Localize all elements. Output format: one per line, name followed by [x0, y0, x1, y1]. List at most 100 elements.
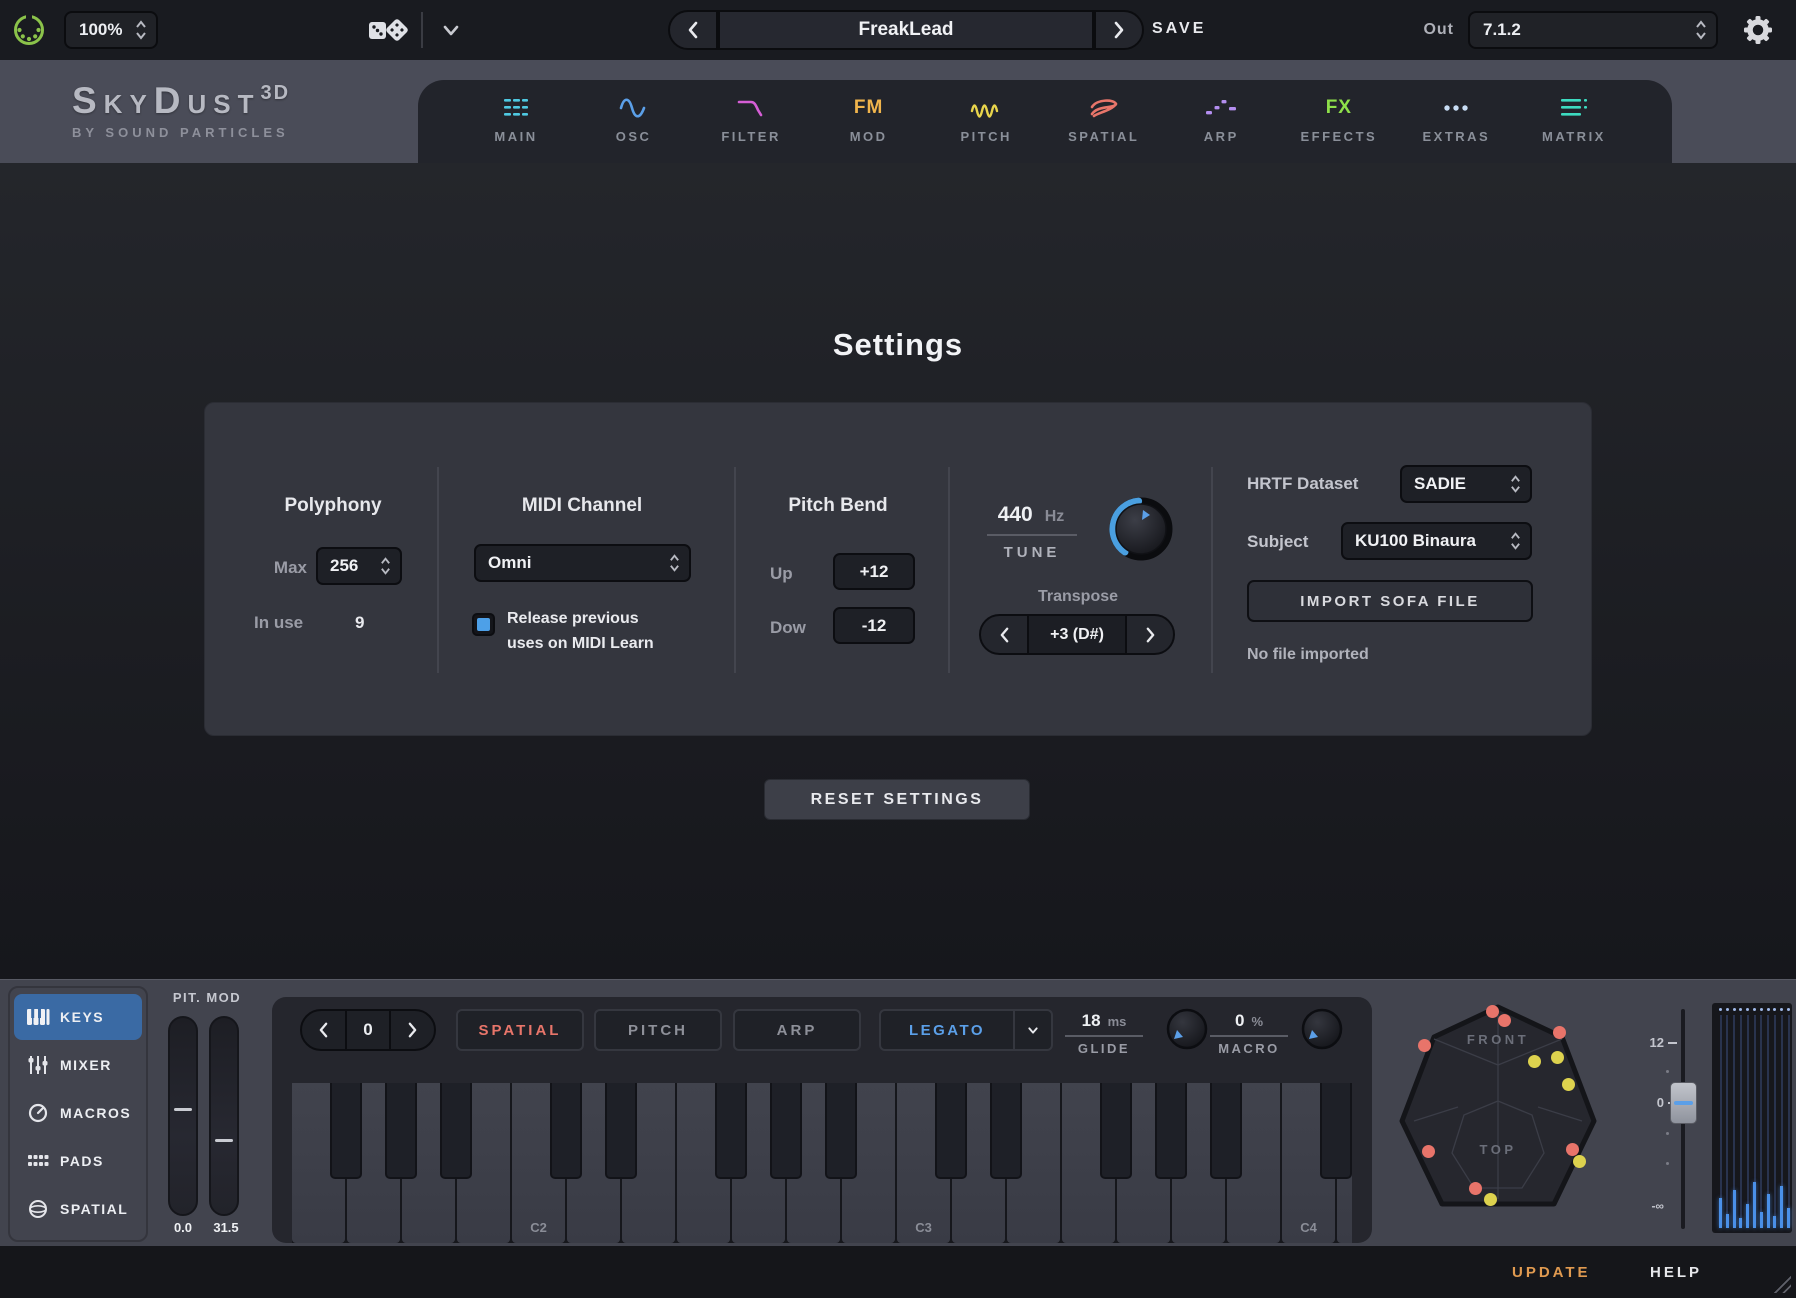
tab-filter[interactable]: FILTER [699, 92, 803, 163]
out-label: Out [1402, 21, 1454, 39]
meter-level-bar [1719, 1198, 1722, 1228]
black-key[interactable] [1155, 1083, 1187, 1179]
pitch-mod-slider-left[interactable] [168, 1016, 198, 1216]
meter-peak-dot [1753, 1008, 1756, 1011]
black-key[interactable] [385, 1083, 417, 1179]
chevron-down-icon [1013, 1011, 1051, 1049]
meter-peak-dot [1787, 1008, 1790, 1011]
pitch-mod-slider-right[interactable] [209, 1016, 239, 1216]
slider-thumb[interactable] [174, 1108, 192, 1111]
sidebar-item-pads[interactable]: PADS [14, 1138, 142, 1184]
scale-dot [1666, 1162, 1669, 1165]
gear-icon[interactable] [1740, 12, 1776, 48]
voice-dot [1484, 1193, 1497, 1206]
meter-peak-dot [1746, 1008, 1749, 1011]
stepper-icon [380, 555, 391, 577]
tab-extras[interactable]: EXTRAS [1404, 92, 1508, 163]
transpose-down-button[interactable] [979, 614, 1029, 655]
bend-up-value[interactable]: +12 [833, 553, 915, 590]
glide-knob[interactable] [1165, 1007, 1209, 1051]
tab-spatial[interactable]: SPATIAL [1052, 92, 1156, 163]
meter-peak-dot [1719, 1008, 1722, 1011]
stepper-icon [669, 552, 680, 574]
mode-tab-arp[interactable]: ARP [733, 1009, 861, 1051]
bend-down-value[interactable]: -12 [833, 607, 915, 644]
midi-channel-select[interactable]: Omni [474, 544, 691, 582]
meter-level-bar [1780, 1186, 1783, 1228]
tab-fm-mod[interactable]: FM MOD [817, 92, 921, 163]
import-status: No file imported [1247, 646, 1369, 664]
tune-value: 440 [998, 503, 1033, 527]
output-format-select[interactable]: 7.1.2 [1468, 11, 1718, 49]
black-key[interactable] [330, 1083, 362, 1179]
tab-arp[interactable]: ARP [1169, 92, 1273, 163]
black-key[interactable] [990, 1083, 1022, 1179]
top-bar: 100% FreakLead [0, 0, 1796, 60]
preset-name-field[interactable]: FreakLead [718, 10, 1094, 50]
save-button[interactable]: SAVE [1152, 20, 1206, 38]
fm-text-icon: FM [854, 92, 883, 124]
black-key[interactable] [605, 1083, 637, 1179]
update-button[interactable]: UPDATE [1512, 1264, 1591, 1281]
octave-up-button[interactable] [391, 1011, 434, 1049]
hrtf-dataset-select[interactable]: SADIE [1400, 465, 1532, 503]
help-button[interactable]: HELP [1650, 1264, 1702, 1281]
stepper-icon [135, 19, 147, 41]
mode-tab-pitch[interactable]: PITCH [594, 1009, 722, 1051]
tune-knob[interactable] [1105, 493, 1177, 565]
mode-tab-spatial[interactable]: SPATIAL [456, 1009, 584, 1051]
tab-main[interactable]: MAIN [464, 92, 568, 163]
black-key[interactable] [1100, 1083, 1132, 1179]
polyphony-max-stepper[interactable]: 256 [316, 547, 402, 585]
black-key[interactable] [1210, 1083, 1242, 1179]
spatial-visualizer[interactable]: FRONT TOP [1392, 1003, 1604, 1211]
piano-keyboard[interactable]: C2C3C4 [292, 1083, 1352, 1243]
meter-peak-dot [1760, 1008, 1763, 1011]
slider-thumb[interactable] [215, 1139, 233, 1142]
release-previous-checkbox[interactable] [472, 613, 495, 636]
octave-down-button[interactable] [302, 1011, 345, 1049]
black-key[interactable] [550, 1083, 582, 1179]
glide-unit: ms [1108, 1014, 1127, 1029]
chevron-down-icon[interactable] [438, 23, 464, 38]
reset-settings-button[interactable]: RESET SETTINGS [764, 779, 1030, 820]
import-sofa-button[interactable]: IMPORT SOFA FILE [1247, 580, 1533, 622]
black-key[interactable] [770, 1083, 802, 1179]
transpose-up-button[interactable] [1125, 614, 1175, 655]
black-key[interactable] [825, 1083, 857, 1179]
sidebar-item-spatial[interactable]: SPATIAL [14, 1186, 142, 1232]
hrtf-subject-select[interactable]: KU100 Binaura [1341, 522, 1532, 560]
matrix-lines-icon [1559, 92, 1589, 124]
tab-osc[interactable]: OSC [582, 92, 686, 163]
voice-dot [1418, 1039, 1431, 1052]
meter-peak-dot [1767, 1008, 1770, 1011]
macro-value: 0 [1235, 1011, 1244, 1031]
black-key[interactable] [440, 1083, 472, 1179]
macro-unit: % [1251, 1014, 1263, 1029]
sidebar-item-macros[interactable]: MACROS [14, 1090, 142, 1136]
scale-dot [1666, 1132, 1669, 1135]
voice-mode-select[interactable]: LEGATO [879, 1009, 1053, 1051]
output-format-value: 7.1.2 [1470, 20, 1695, 40]
tab-effects[interactable]: FX EFFECTS [1287, 92, 1391, 163]
black-key[interactable] [715, 1083, 747, 1179]
black-key[interactable] [1320, 1083, 1352, 1179]
preset-next-button[interactable] [1094, 10, 1144, 50]
black-key[interactable] [935, 1083, 967, 1179]
midi-channel-title: MIDI Channel [487, 495, 677, 517]
tab-pitch[interactable]: PITCH [934, 92, 1038, 163]
panel-divider [734, 467, 736, 673]
macro-knob[interactable] [1300, 1007, 1344, 1051]
tab-matrix[interactable]: MATRIX [1522, 92, 1626, 163]
resize-handle[interactable] [1771, 1273, 1791, 1293]
sidebar-item-keys[interactable]: KEYS [14, 994, 142, 1040]
pitch-wave-icon [970, 92, 1002, 124]
voice-mode-value: LEGATO [881, 1011, 1013, 1049]
dice-icon[interactable] [366, 13, 412, 47]
zoom-select[interactable]: 100% [64, 11, 158, 49]
sidebar-item-mixer[interactable]: MIXER [14, 1042, 142, 1088]
pitch-wheel-thumb[interactable] [1670, 1082, 1697, 1124]
page-title: Settings [0, 327, 1796, 363]
preset-prev-button[interactable] [668, 10, 718, 50]
macro-underline [1210, 1035, 1288, 1037]
